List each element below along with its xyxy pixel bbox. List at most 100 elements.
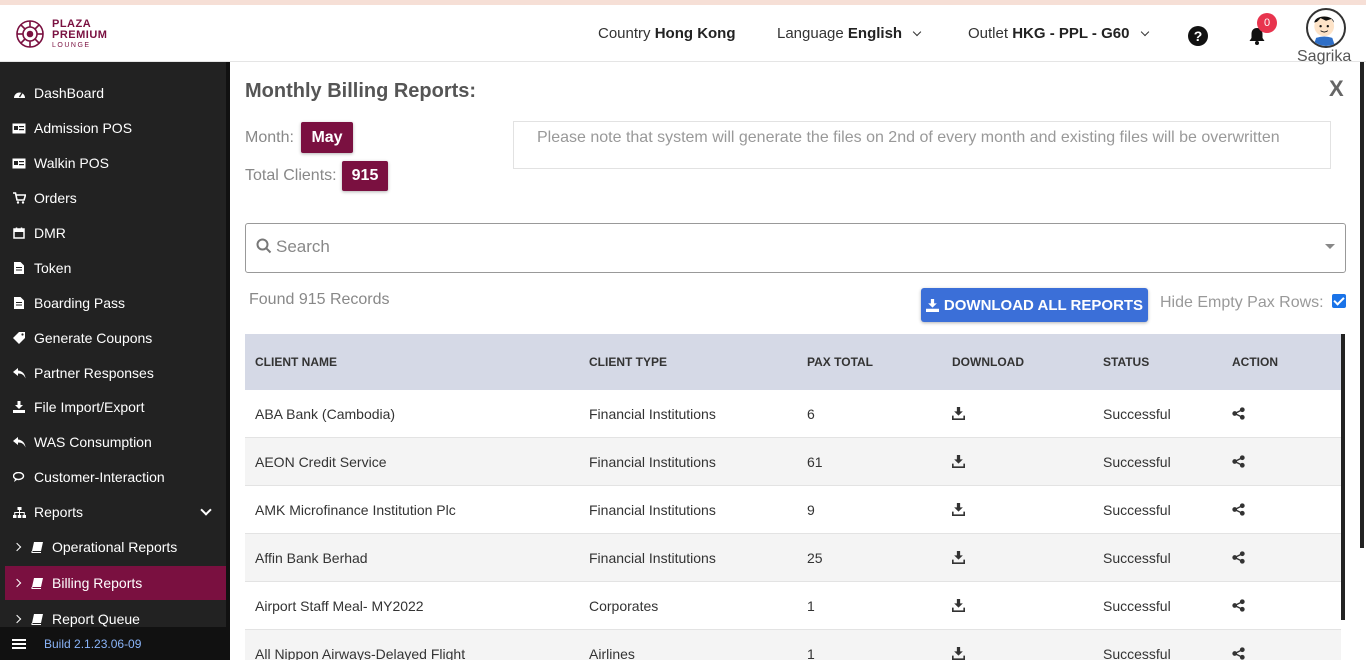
chevron-down-icon [1140,27,1149,37]
download-icon[interactable] [952,455,965,468]
id-card-icon [12,157,26,169]
table-header: CLIENT NAME CLIENT TYPE PAX TOTAL DOWNLO… [245,334,1341,390]
sidebar-scrollbar[interactable] [226,62,230,660]
client-type-cell: Financial Institutions [589,406,716,422]
sidebar-item-boarding-pass[interactable]: Boarding Pass [0,286,226,320]
sidebar-item-billing-reports[interactable]: Billing Reports [5,566,226,600]
language-label: Language [777,25,844,42]
client-name-cell: AEON Credit Service [255,454,387,470]
menu-toggle-icon[interactable] [12,638,26,649]
sidebar-item-file-import-export[interactable]: File Import/Export [0,390,226,424]
sidebar-item-label: DMR [34,225,66,241]
build-version: Build 2.1.23.06-09 [44,636,142,651]
country-selector[interactable]: Country Hong Kong [598,25,736,42]
book-icon [30,613,44,625]
sidebar-item-label: File Import/Export [34,399,145,415]
dropdown-caret-icon[interactable] [1325,244,1335,249]
status-cell: Successful [1103,646,1171,660]
page-scrollbar[interactable] [1360,62,1364,548]
client-type-cell: Corporates [589,598,659,614]
close-button[interactable]: X [1329,76,1344,102]
sidebar-item-label: Operational Reports [52,539,178,555]
sidebar-item-customer-interaction[interactable]: Customer-Interaction [0,460,226,494]
billing-table: CLIENT NAME CLIENT TYPE PAX TOTAL DOWNLO… [245,334,1341,660]
table-row: ABA Bank (Cambodia) Financial Institutio… [245,390,1341,438]
language-value: English [847,25,903,42]
col-action[interactable]: ACTION [1232,355,1278,369]
sidebar-item-was-consumption[interactable]: WAS Consumption [0,425,226,459]
sidebar-item-label: Customer-Interaction [34,469,165,485]
client-type-cell: Financial Institutions [589,502,716,518]
download-icon[interactable] [952,599,965,612]
search-box[interactable] [245,223,1346,273]
download-all-label: DOWNLOAD ALL REPORTS [943,296,1144,314]
download-icon[interactable] [952,551,965,564]
col-download[interactable]: DOWNLOAD [952,355,1024,369]
table-row: AMK Microfinance Institution Plc Financi… [245,486,1341,534]
page-title: Monthly Billing Reports: [245,80,477,102]
pax-total-cell: 9 [807,502,815,518]
username[interactable]: Sagrika [1297,48,1351,66]
plaza-premium-logo-icon [16,20,44,48]
language-selector[interactable]: Language English [777,25,922,42]
month-label: Month: [245,129,294,146]
share-icon[interactable] [1232,551,1245,564]
sidebar-item-token[interactable]: Token [0,251,226,285]
table-scrollbar[interactable] [1341,334,1345,620]
logo[interactable]: PLAZA PREMIUM LOUNGE [14,18,107,50]
country-label: Country [598,25,651,42]
download-icon [12,401,26,413]
download-all-reports-button[interactable]: DOWNLOAD ALL REPORTS [921,288,1148,322]
sidebar-item-generate-coupons[interactable]: Generate Coupons [0,321,226,355]
sidebar-item-label: Boarding Pass [34,295,126,311]
client-type-cell: Financial Institutions [589,550,716,566]
logo-line-2: PREMIUM [52,29,108,41]
share-icon[interactable] [1232,455,1245,468]
file-icon [12,262,26,274]
file-icon [12,297,26,309]
records-count: Found 915 Records [249,291,390,308]
client-name-cell: Airport Staff Meal- MY2022 [255,598,424,614]
help-icon[interactable]: ? [1188,26,1208,46]
client-name-cell: ABA Bank (Cambodia) [255,406,396,422]
comments-icon [12,471,26,483]
top-header: PLAZA PREMIUM LOUNGE Country Hong Kong L… [0,5,1366,65]
share-icon[interactable] [1232,599,1245,612]
sidebar-item-label: Generate Coupons [34,330,153,346]
download-icon[interactable] [952,503,965,516]
col-client-name[interactable]: CLIENT NAME [255,355,337,369]
share-icon[interactable] [1232,503,1245,516]
download-icon [925,298,939,312]
download-icon[interactable] [952,407,965,420]
col-pax-total[interactable]: PAX TOTAL [807,355,873,369]
avatar[interactable] [1306,8,1346,48]
hide-empty-pax-label: Hide Empty Pax Rows: [1160,294,1324,311]
chevron-down-icon [200,504,212,516]
sidebar-item-walkin-pos[interactable]: Walkin POS [0,146,226,180]
outlet-selector[interactable]: Outlet HKG - PPL - G60 [968,25,1149,42]
col-status[interactable]: STATUS [1103,355,1149,369]
share-icon[interactable] [1232,647,1245,660]
hide-empty-pax-checkbox[interactable] [1332,294,1346,308]
status-cell: Successful [1103,454,1171,470]
pax-total-cell: 25 [807,550,823,566]
book-icon [30,541,44,553]
sidebar-item-admission-pos[interactable]: Admission POS [0,111,226,145]
sidebar-item-dmr[interactable]: DMR [0,216,226,250]
total-clients-badge: 915 [342,161,388,191]
pax-total-cell: 61 [807,454,823,470]
download-icon[interactable] [952,647,965,660]
calendar-icon [12,227,26,239]
pax-total-cell: 1 [807,646,815,660]
sidebar-item-dashboard[interactable]: DashBoard [0,76,226,110]
search-icon [256,238,272,254]
table-row: Airport Staff Meal- MY2022 Corporates 1 … [245,582,1341,630]
sidebar-item-operational-reports[interactable]: Operational Reports [0,530,226,564]
sidebar-item-orders[interactable]: Orders [0,181,226,215]
id-card-icon [12,122,26,134]
share-icon[interactable] [1232,407,1245,420]
sidebar-item-reports[interactable]: Reports [0,495,226,529]
sidebar-item-partner-responses[interactable]: Partner Responses [0,356,226,390]
col-client-type[interactable]: CLIENT TYPE [589,355,667,369]
search-input[interactable] [276,237,1276,257]
